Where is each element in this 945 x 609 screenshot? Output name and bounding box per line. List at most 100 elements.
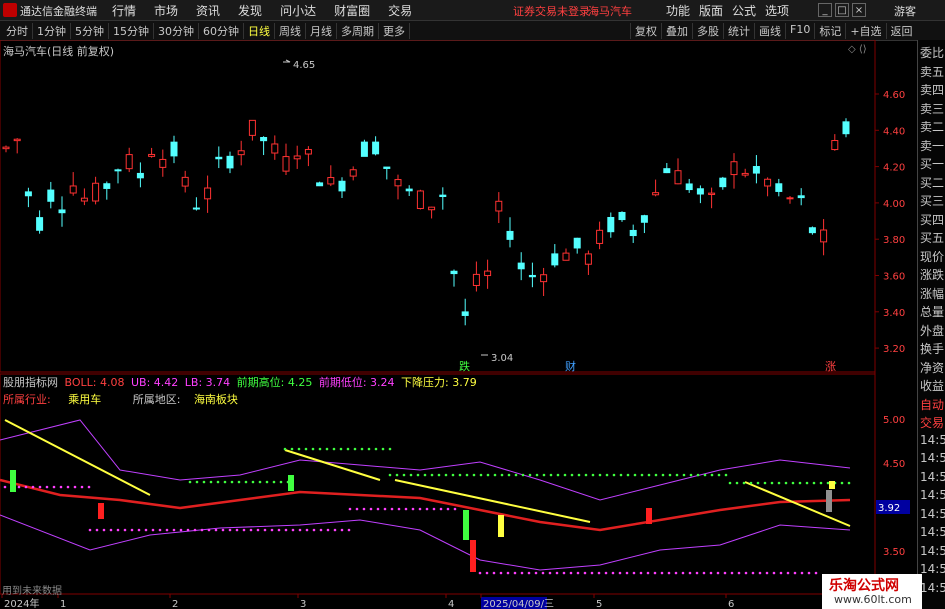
indicator-name[interactable]: 股朋指标网 xyxy=(3,376,58,389)
time-axis-label: 4 xyxy=(448,599,454,609)
level-dot xyxy=(667,571,671,575)
tool-add-watchlist[interactable]: +自选 xyxy=(845,23,885,39)
side-panel-item[interactable]: 14:56 xyxy=(920,488,945,502)
signal-bar xyxy=(829,481,835,489)
level-dot xyxy=(702,571,706,575)
tool-multi-stock[interactable]: 多股 xyxy=(692,23,723,39)
tab-more[interactable]: 更多 xyxy=(379,23,410,39)
tab-daily[interactable]: 日线 xyxy=(244,23,275,39)
tool-back[interactable]: 返回 xyxy=(885,23,917,39)
tab-30min[interactable]: 30分钟 xyxy=(154,23,199,39)
maximize-icon[interactable]: □ xyxy=(835,3,849,17)
level-dot xyxy=(235,528,239,532)
menu-formula[interactable]: 公式 xyxy=(732,2,756,19)
tab-multi-period[interactable]: 多周期 xyxy=(337,23,379,39)
tab-weekly[interactable]: 周线 xyxy=(275,23,306,39)
side-panel-item: 卖三 xyxy=(920,101,945,116)
candle-body xyxy=(215,156,223,160)
side-panel-item[interactable]: 自动 xyxy=(920,396,944,413)
side-panel-item[interactable]: 14:56 xyxy=(920,562,945,576)
period-tabs: 分时 1分钟 5分钟 15分钟 30分钟 60分钟 日线 周线 月线 多周期 更… xyxy=(2,23,410,39)
side-panel-item[interactable]: 14:56 xyxy=(920,507,945,521)
side-panel-item[interactable]: 14:56 xyxy=(920,581,945,595)
level-dot xyxy=(374,447,378,451)
candle-body xyxy=(596,229,604,244)
candle-body xyxy=(820,229,828,243)
chart-diamond-icon[interactable]: ◇ ⟨⟩ xyxy=(848,44,867,55)
level-dot xyxy=(668,473,672,477)
menu-wealth[interactable]: 财富圈 xyxy=(334,2,370,18)
tab-intraday[interactable]: 分时 xyxy=(2,23,33,39)
level-dot xyxy=(751,571,755,575)
kline-chart[interactable]: 4.60 4.40 4.20 4.00 3.80 3.60 3.40 3.20 5.00 4.5… xyxy=(0,40,917,609)
candle-body xyxy=(842,121,850,135)
future-data-note: 用到未来数据 xyxy=(2,586,62,597)
menu-quotes[interactable]: 行情 xyxy=(112,2,136,18)
side-panel-item: 外盘 xyxy=(920,323,945,338)
level-dot xyxy=(416,473,420,477)
menu-market[interactable]: 市场 xyxy=(154,2,178,18)
level-dot xyxy=(272,480,276,484)
level-dot xyxy=(689,473,693,477)
level-dot xyxy=(144,528,148,532)
side-panel-item[interactable]: 14:56 xyxy=(920,470,945,484)
candle-body xyxy=(103,183,111,189)
side-panel-item[interactable]: 14:56 xyxy=(920,433,945,447)
industry-value: 乘用车 xyxy=(68,393,102,406)
tab-5min[interactable]: 5分钟 xyxy=(71,23,109,39)
menu-trade[interactable]: 交易 xyxy=(388,2,412,18)
level-dot xyxy=(311,447,315,451)
tool-f10[interactable]: F10 xyxy=(785,23,814,39)
close-icon[interactable]: × xyxy=(852,3,866,17)
tab-60min[interactable]: 60分钟 xyxy=(199,23,244,39)
tool-mark[interactable]: 标记 xyxy=(814,23,845,39)
tool-overlay[interactable]: 叠加 xyxy=(661,23,692,39)
tab-monthly[interactable]: 月线 xyxy=(306,23,337,39)
tool-adjust[interactable]: 复权 xyxy=(630,23,661,39)
trade-login-notice[interactable]: 证券交易未登录 xyxy=(513,3,590,19)
menu-layout[interactable]: 版面 xyxy=(699,2,723,19)
side-panel-item[interactable]: 14:56 xyxy=(920,544,945,558)
high-price-label: 4.65 xyxy=(293,60,315,71)
time-axis-label: 3 xyxy=(300,599,306,609)
level-dot xyxy=(583,571,587,575)
candle-body xyxy=(136,172,144,179)
level-dot xyxy=(409,473,413,477)
menu-news[interactable]: 资讯 xyxy=(196,2,220,18)
tool-stats[interactable]: 统计 xyxy=(723,23,754,39)
level-dot xyxy=(465,473,469,477)
level-dot xyxy=(270,528,274,532)
candlesticks xyxy=(2,118,850,326)
price-axis-label: 3.40 xyxy=(883,308,905,319)
candle-body xyxy=(36,217,44,231)
side-panel-item[interactable]: 14:56 xyxy=(920,525,945,539)
minimize-icon[interactable]: _ xyxy=(818,3,832,17)
guest-login[interactable]: 游客 xyxy=(894,3,916,19)
level-dot xyxy=(265,480,269,484)
candle-body xyxy=(260,137,268,142)
level-dot xyxy=(688,571,692,575)
level-dot xyxy=(735,481,739,485)
menu-discover[interactable]: 发现 xyxy=(238,2,262,18)
menu-function[interactable]: 功能 xyxy=(666,2,690,19)
tab-1min[interactable]: 1分钟 xyxy=(33,23,71,39)
level-dot xyxy=(479,473,483,477)
level-dot xyxy=(59,485,63,489)
level-dot xyxy=(251,480,255,484)
level-dot xyxy=(439,507,443,511)
level-dot xyxy=(605,473,609,477)
level-dot xyxy=(570,473,574,477)
price-axis: 4.60 4.40 4.20 4.00 3.80 3.60 3.40 3.20 xyxy=(875,90,905,355)
level-dot xyxy=(388,447,392,451)
menu-options[interactable]: 选项 xyxy=(765,2,789,19)
level-dot xyxy=(710,473,714,477)
candle-body xyxy=(338,180,346,192)
side-panel-item[interactable]: 14:56 xyxy=(920,451,945,465)
candle-body xyxy=(439,194,447,197)
level-dot xyxy=(207,528,211,532)
level-dot xyxy=(390,507,394,511)
side-panel-item[interactable]: 交易 xyxy=(920,414,944,431)
tool-draw[interactable]: 画线 xyxy=(754,23,785,39)
tab-15min[interactable]: 15分钟 xyxy=(109,23,154,39)
menu-ask[interactable]: 问小达 xyxy=(280,2,316,18)
